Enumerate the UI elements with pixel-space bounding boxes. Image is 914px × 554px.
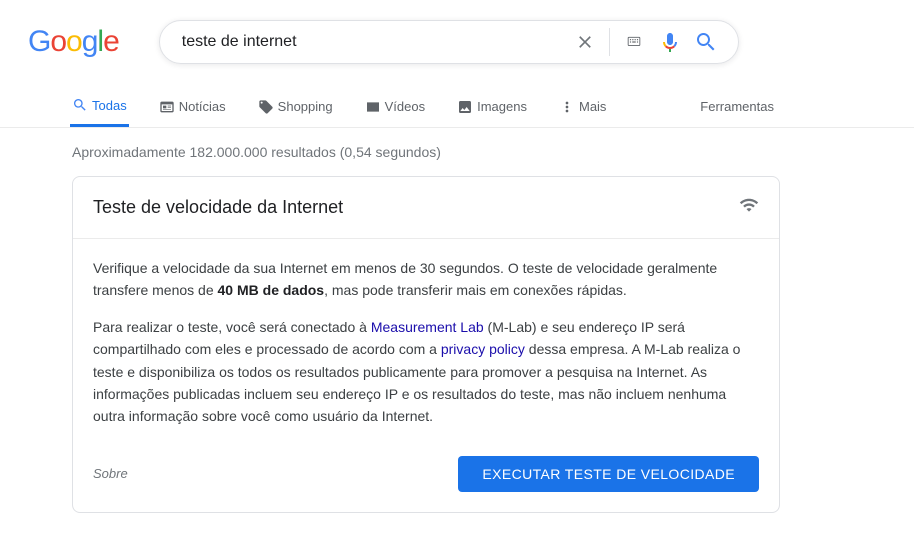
close-icon	[575, 32, 595, 52]
tab-label: Notícias	[179, 99, 226, 114]
tools-button[interactable]: Ferramentas	[700, 99, 774, 114]
wifi-icon	[739, 195, 759, 220]
more-icon	[559, 99, 575, 115]
tab-imagens[interactable]: Imagens	[455, 86, 529, 127]
card-paragraph-2: Para realizar o teste, você será conecta…	[93, 316, 759, 428]
tab-shopping[interactable]: Shopping	[256, 86, 335, 127]
card-title: Teste de velocidade da Internet	[93, 197, 343, 218]
card-paragraph-1: Verifique a velocidade da sua Internet e…	[93, 257, 759, 302]
shopping-icon	[258, 99, 274, 115]
image-icon	[457, 99, 473, 115]
tabs-bar: Todas Notícias Shopping Vídeos Imagens M…	[0, 86, 914, 128]
about-link[interactable]: Sobre	[93, 466, 128, 481]
keyboard-icon	[624, 35, 644, 49]
speed-test-card: Teste de velocidade da Internet Verifiqu…	[72, 176, 780, 513]
tab-label: Shopping	[278, 99, 333, 114]
tab-mais[interactable]: Mais	[557, 86, 608, 127]
privacy-policy-link[interactable]: privacy policy	[441, 341, 525, 357]
search-input[interactable]	[180, 32, 567, 52]
tab-noticias[interactable]: Notícias	[157, 86, 228, 127]
tab-todas[interactable]: Todas	[70, 86, 129, 127]
tab-videos[interactable]: Vídeos	[363, 86, 427, 127]
google-logo[interactable]: Google	[28, 25, 119, 59]
result-stats: Aproximadamente 182.000.000 resultados (…	[0, 128, 914, 176]
voice-search-button[interactable]	[658, 30, 682, 54]
video-icon	[365, 99, 381, 115]
keyboard-button[interactable]	[622, 30, 646, 54]
tab-label: Todas	[92, 98, 127, 113]
search-icon	[694, 30, 718, 54]
divider	[609, 28, 610, 56]
run-speed-test-button[interactable]: EXECUTAR TESTE DE VELOCIDADE	[458, 456, 759, 492]
tab-label: Mais	[579, 99, 606, 114]
tools-label: Ferramentas	[700, 99, 774, 114]
bold-text: 40 MB de dados	[218, 282, 325, 298]
news-icon	[159, 99, 175, 115]
tab-label: Imagens	[477, 99, 527, 114]
search-icon	[72, 97, 88, 113]
search-button[interactable]	[694, 30, 718, 54]
tab-label: Vídeos	[385, 99, 425, 114]
microphone-icon	[658, 30, 682, 54]
search-bar	[159, 20, 739, 64]
clear-search-button[interactable]	[573, 30, 597, 54]
measurement-lab-link[interactable]: Measurement Lab	[371, 319, 484, 335]
